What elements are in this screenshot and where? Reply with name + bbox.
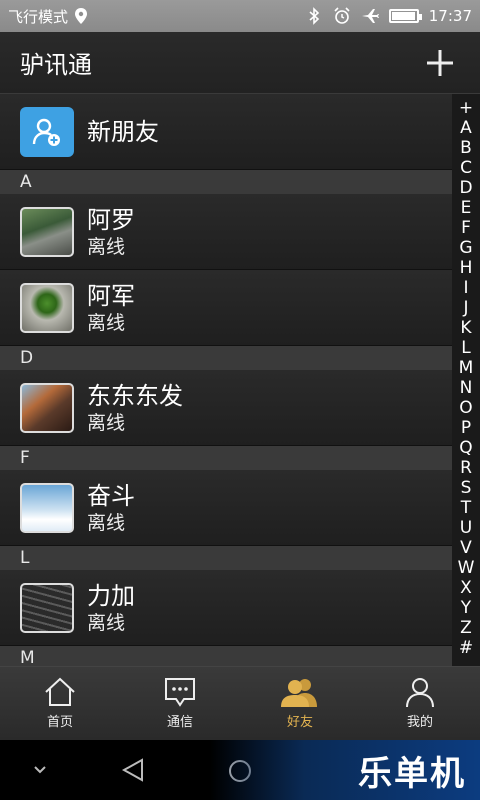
- index-letter[interactable]: U: [460, 518, 472, 538]
- tab-profile[interactable]: 我的: [360, 667, 480, 740]
- contact-name: 力加: [87, 581, 135, 610]
- watermark-text: 乐单机: [358, 753, 466, 794]
- index-letter[interactable]: P: [461, 418, 471, 438]
- airplane-icon: [361, 9, 379, 23]
- app-header: 驴讯通: [0, 32, 480, 94]
- avatar: [20, 482, 74, 533]
- clock: 17:37: [428, 7, 472, 25]
- status-bar: 飞行模式 17:37: [0, 0, 480, 32]
- index-letter[interactable]: K: [460, 318, 471, 338]
- index-letter[interactable]: S: [461, 478, 472, 498]
- contact-status: 离线: [87, 411, 126, 434]
- location-icon: [75, 8, 88, 24]
- add-contact-icon: [20, 106, 74, 157]
- contact-name: 东东东发: [87, 381, 183, 410]
- index-letter[interactable]: W: [458, 558, 475, 578]
- plus-icon[interactable]: [420, 43, 460, 83]
- avatar: [20, 582, 74, 633]
- index-letter[interactable]: B: [460, 138, 472, 158]
- index-letter[interactable]: H: [460, 258, 473, 278]
- index-letter[interactable]: E: [461, 198, 472, 218]
- contact-item[interactable]: 阿罗 离线: [0, 194, 452, 270]
- chat-icon: [165, 678, 195, 707]
- index-letter[interactable]: #: [459, 638, 473, 658]
- index-letter[interactable]: I: [463, 278, 468, 298]
- index-letter[interactable]: A: [460, 118, 472, 138]
- contact-item[interactable]: 阿军 离线: [0, 270, 452, 346]
- tab-label: 通信: [166, 715, 193, 730]
- index-letter[interactable]: D: [459, 178, 472, 198]
- bottom-tab-bar: 首页 通信 好友 我的: [0, 666, 480, 740]
- new-friend-item[interactable]: 新朋友: [0, 94, 452, 170]
- contact-item[interactable]: 奋斗 离线: [0, 470, 452, 546]
- section-header-m: M: [0, 646, 452, 666]
- index-letter[interactable]: O: [459, 398, 472, 418]
- index-letter[interactable]: G: [459, 238, 472, 258]
- section-header-a: A: [0, 170, 452, 194]
- back-icon[interactable]: [120, 758, 146, 782]
- profile-icon: [406, 678, 434, 707]
- index-letter[interactable]: C: [460, 158, 472, 178]
- avatar: [20, 282, 74, 333]
- chevron-down-icon[interactable]: [32, 758, 48, 782]
- friends-icon: [281, 679, 317, 707]
- tab-label: 好友: [286, 715, 313, 730]
- watermark-logo: 乐单机: [210, 740, 480, 800]
- contact-name: 奋斗: [87, 481, 135, 510]
- index-letter[interactable]: Y: [461, 598, 471, 618]
- tab-home[interactable]: 首页: [0, 667, 120, 740]
- contact-status: 离线: [87, 611, 126, 634]
- index-letter[interactable]: M: [459, 358, 474, 378]
- contact-name: 阿军: [87, 281, 135, 310]
- index-letter[interactable]: V: [460, 538, 472, 558]
- avatar: [20, 382, 74, 433]
- tab-messages[interactable]: 通信: [120, 667, 240, 740]
- index-letter[interactable]: T: [461, 498, 471, 518]
- contact-item[interactable]: 东东东发 离线: [0, 370, 452, 446]
- new-friend-label: 新朋友: [87, 117, 159, 146]
- index-letter[interactable]: N: [460, 378, 473, 398]
- index-letter[interactable]: L: [461, 338, 470, 358]
- index-letter[interactable]: F: [461, 218, 471, 238]
- section-header-f: F: [0, 446, 452, 470]
- index-letter[interactable]: J: [463, 298, 468, 318]
- contact-status: 离线: [87, 235, 126, 258]
- section-header-l: L: [0, 546, 452, 570]
- battery-icon: [388, 9, 422, 23]
- home-icon: [45, 677, 75, 706]
- contact-list[interactable]: 新朋友 A 阿罗 离线 阿军 离线 D 东东东发 离线 F 奋斗 离线 L 力加…: [0, 94, 452, 666]
- alarm-icon: [334, 7, 350, 24]
- contact-status: 离线: [87, 511, 126, 534]
- tab-label: 我的: [406, 715, 433, 730]
- index-letter[interactable]: Z: [460, 618, 472, 638]
- index-letter[interactable]: X: [460, 578, 472, 598]
- tab-friends[interactable]: 好友: [240, 667, 360, 740]
- index-letter[interactable]: Q: [459, 438, 472, 458]
- flight-mode-label: 飞行模式: [8, 7, 69, 26]
- contact-name: 阿罗: [87, 205, 135, 234]
- tab-label: 首页: [46, 715, 73, 730]
- section-header-d: D: [0, 346, 452, 370]
- contact-status: 离线: [87, 311, 126, 334]
- bluetooth-icon: [309, 7, 319, 25]
- index-letter[interactable]: +: [459, 98, 473, 118]
- page-title: 驴讯通: [20, 51, 92, 79]
- index-letter[interactable]: R: [460, 458, 472, 478]
- alphabet-index[interactable]: + A B C D E F G H I J K L M N O P Q R S T U V W X Y Z #: [452, 98, 480, 658]
- avatar: [20, 206, 74, 257]
- contact-item[interactable]: 力加 离线: [0, 570, 452, 646]
